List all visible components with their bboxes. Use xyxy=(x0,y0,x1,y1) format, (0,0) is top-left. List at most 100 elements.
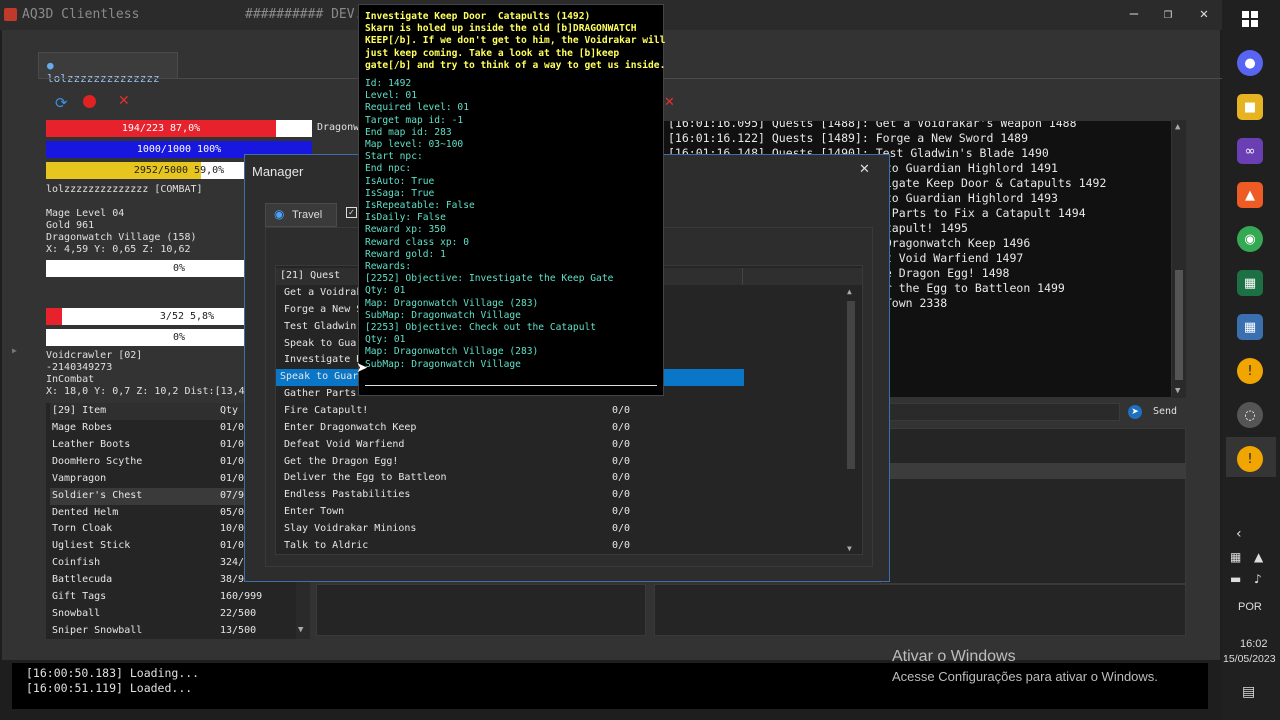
chrome-icon[interactable]: ◉ xyxy=(1237,226,1263,252)
item-qty: 01/0 xyxy=(220,422,245,433)
log-line: er Parts to Fix a Catapult 1494 xyxy=(871,206,1086,220)
quest-name: Enter Dragonwatch Keep xyxy=(284,421,417,433)
obs-icon[interactable]: ◌ xyxy=(1237,402,1263,428)
quest-name: Slay Voidrakar Minions xyxy=(284,522,417,534)
calculator-icon[interactable]: ▦ xyxy=(1237,314,1263,340)
close-window-button[interactable]: ✕ xyxy=(1194,6,1214,22)
console-line: [16:00:50.183] Loading... xyxy=(26,666,200,680)
account-tab[interactable]: ● lolzzzzzzzzzzzzzz xyxy=(38,52,178,85)
network-icon[interactable]: ▲ xyxy=(1254,550,1263,564)
clear-log-icon[interactable]: ✕ xyxy=(664,95,675,110)
item-qty: 10/0 xyxy=(220,523,245,535)
quest-row[interactable]: Slay Voidrakar Minions 0/0 xyxy=(280,521,850,538)
item-name: Soldier's Chest xyxy=(52,489,143,501)
side-label: Dragonw xyxy=(317,122,360,133)
app-logo-icon xyxy=(4,8,17,21)
send-button[interactable]: Send xyxy=(1153,406,1177,417)
quest-row[interactable]: Defeat Void Warfiend 0/0 xyxy=(280,437,850,454)
item-name: Ugliest Stick xyxy=(52,540,131,552)
tray-app-icon[interactable]: ▦ xyxy=(1230,550,1241,564)
item-qty: 324/ xyxy=(220,557,245,569)
volume-icon[interactable]: ♪ xyxy=(1254,572,1262,586)
player-gold: Gold 961 xyxy=(46,220,95,231)
quest-tooltip: Investigate Keep Door Catapults (1492) S… xyxy=(358,4,666,396)
item-qty: 160/999 xyxy=(220,591,263,602)
item-qty: 05/0 xyxy=(220,506,245,518)
tooltip-header: Investigate Keep Door Catapults (1492) S… xyxy=(365,11,666,71)
item-qty: 38/9 xyxy=(220,574,245,586)
quest-row[interactable]: Enter Dragonwatch Keep 0/0 xyxy=(280,420,850,437)
log-line: [16:01:16.122] Quests [1489]: Forge a Ne… xyxy=(668,131,1029,145)
item-qty: 22/500 xyxy=(220,607,257,619)
quest-name: Forge a New Sw xyxy=(284,303,369,315)
brave-browser-icon[interactable]: ▲ xyxy=(1237,182,1263,208)
item-qty: 01/0 xyxy=(220,540,245,552)
quest-progress: 0/0 xyxy=(612,472,631,484)
expand-arrow-icon[interactable]: ▶ xyxy=(12,346,17,355)
refresh-icon[interactable]: ⟳ xyxy=(55,94,68,112)
item-name: Leather Boots xyxy=(52,438,131,450)
clock-date[interactable]: 15/05/2023 xyxy=(1223,653,1276,665)
file-explorer-icon[interactable]: ■ xyxy=(1237,94,1263,120)
target-name: Voidcrawler [02] xyxy=(46,350,143,361)
manager-close-button[interactable]: ✕ xyxy=(859,162,870,177)
item-name: Battlecuda xyxy=(52,574,113,586)
target-id: -2140349273 xyxy=(46,362,113,373)
quest-scrollbar[interactable]: ▲ ▼ xyxy=(845,287,857,553)
clock-time[interactable]: 16:02 xyxy=(1240,638,1268,650)
game-icon[interactable]: ! xyxy=(1237,358,1263,384)
location-pin-icon: ◉ xyxy=(274,207,285,221)
language-indicator[interactable]: POR xyxy=(1238,601,1262,613)
quest-row[interactable]: Talk to Aldric 0/0 xyxy=(280,538,850,555)
battery-icon[interactable]: ▬ xyxy=(1230,572,1241,586)
hp-bar-empty xyxy=(276,120,312,137)
item-row[interactable]: Snowball 22/500 xyxy=(50,606,300,623)
quest-progress: 0/0 xyxy=(612,539,631,551)
mouse-cursor-icon: ➤ xyxy=(356,360,368,376)
item-name: Coinfish xyxy=(52,557,101,569)
quest-progress: 0/0 xyxy=(612,421,631,433)
quest-name: Talk to Aldric xyxy=(284,539,369,551)
visual-studio-icon[interactable]: ∞ xyxy=(1237,138,1263,164)
item-name: Vampragon xyxy=(52,472,107,484)
user-icon: ● xyxy=(47,59,54,72)
quest-name: Speak to Guard xyxy=(284,337,369,349)
minimize-button[interactable]: — xyxy=(1124,6,1144,22)
quest-row[interactable]: Fire Catapult! 0/0 xyxy=(280,403,850,420)
tab-travel[interactable]: ◉ Travel xyxy=(265,203,337,227)
tooltip-divider xyxy=(365,385,657,386)
game-active-icon[interactable]: ! xyxy=(1237,446,1263,472)
send-icon[interactable]: ➤ xyxy=(1128,405,1142,419)
quest-row[interactable]: Get the Dragon Egg! 0/0 xyxy=(280,454,850,471)
item-qty: 01/0 xyxy=(220,455,245,467)
quest-row[interactable]: Enter Town 0/0 xyxy=(280,504,850,521)
quest-name: Test Gladwin's xyxy=(284,320,369,332)
quest-row[interactable]: Deliver the Egg to Battleon 0/0 xyxy=(280,470,850,487)
maximize-button[interactable]: ❐ xyxy=(1158,6,1178,22)
app-subtitle: ########## DEV. xyxy=(245,7,363,22)
chat-input[interactable] xyxy=(880,403,1120,421)
console-line: [16:00:51.119] Loaded... xyxy=(26,681,193,695)
close-icon[interactable]: ✕ xyxy=(118,93,130,109)
tooltip-body: Id: 1492 Level: 01 Required level: 01 Ta… xyxy=(365,78,614,370)
discord-icon[interactable]: ● xyxy=(1237,50,1263,76)
notification-icon[interactable]: ▤ xyxy=(1242,684,1255,700)
item-row[interactable]: Gift Tags 160/999 xyxy=(50,589,300,606)
item-row[interactable]: Sniper Snowball 13/500 xyxy=(50,623,300,640)
item-name: Mage Robes xyxy=(52,422,113,433)
stop-icon[interactable] xyxy=(83,95,96,108)
windows-start-icon[interactable] xyxy=(1237,6,1263,32)
quest-row[interactable]: Endless Pastabilities 0/0 xyxy=(280,487,850,504)
log-line: k to Guardian Highlord 1493 xyxy=(871,191,1058,205)
item-qty: 13/500 xyxy=(220,624,257,636)
log-line: eat Void Warfiend 1497 xyxy=(871,251,1024,265)
quest-name: Enter Town xyxy=(284,506,345,518)
item-name: Torn Cloak xyxy=(52,523,113,535)
chevron-left-icon[interactable]: ‹ xyxy=(1236,526,1242,542)
log-scrollbar[interactable]: ▲ ▼ xyxy=(1172,120,1186,398)
watermark-subtitle: Acesse Configurações para ativar o Windo… xyxy=(892,669,1158,684)
quest-progress: 0/0 xyxy=(612,438,631,450)
middle-panel xyxy=(316,584,646,636)
spreadsheet-icon[interactable]: ▦ xyxy=(1237,270,1263,296)
right-lower-panel xyxy=(654,584,1186,636)
